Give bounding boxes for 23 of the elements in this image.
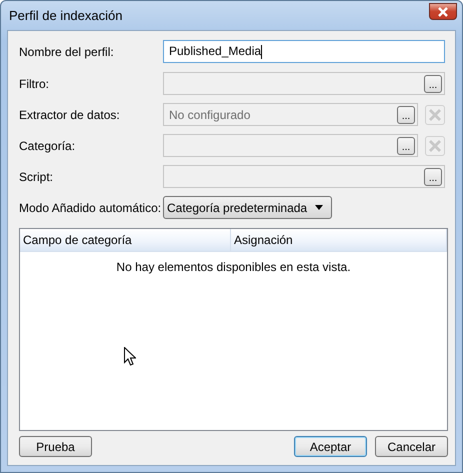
dialog-button[interactable]: Aceptar [294,436,367,457]
dialog-button[interactable]: Cancelar [375,436,448,457]
column-header[interactable]: Asignación [231,229,447,251]
field-label: Categoría: [19,138,76,152]
delete-icon [427,138,443,154]
field-label: Filtro: [19,76,50,90]
field-label: Script: [19,170,54,184]
close-icon [437,6,449,16]
delete-button[interactable] [425,104,445,124]
field-label: Modo Añadido automático: [19,200,162,214]
dialog-button[interactable]: Prueba [19,436,92,457]
field-label: Nombre del perfil: [19,44,115,58]
empty-message: No hay elementos disponibles en esta vista. [115,259,352,274]
delete-icon [427,106,443,122]
column-header[interactable]: Campo de categoría [20,229,231,251]
field-label: Extractor de datos: [19,108,121,122]
close-button[interactable] [429,3,457,20]
delete-button[interactable] [425,136,445,156]
window-title: Perfil de indexación [9,8,122,23]
cursor-icon [124,347,136,366]
dropdown[interactable]: Categoría predeterminada [163,196,332,219]
input-field[interactable]: Published_Media [163,40,445,63]
caret-icon [315,205,324,210]
